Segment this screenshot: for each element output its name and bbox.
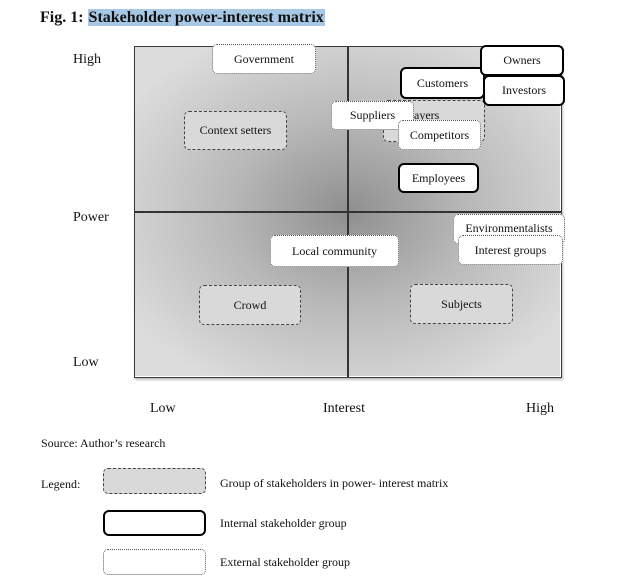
- interest-low-label: Low: [150, 401, 176, 416]
- legend-text-external: External stakeholder group: [220, 555, 350, 569]
- stakeholder-local-community: Local community: [270, 235, 399, 267]
- stakeholder-competitors: Competitors: [398, 120, 481, 150]
- legend-label: Legend:: [41, 477, 81, 491]
- stakeholder-employees: Employees: [398, 163, 479, 193]
- interest-high-label: High: [526, 401, 554, 416]
- figure-title: Fig. 1: Stakeholder power-interest matri…: [40, 9, 325, 27]
- stakeholder-interest-groups: Interest groups: [458, 235, 563, 265]
- stakeholder-owners: Owners: [480, 45, 564, 76]
- legend-swatch-internal: [103, 510, 206, 536]
- legend-swatch-external: [103, 549, 206, 575]
- power-high-label: High: [73, 52, 101, 67]
- stakeholder-context-setters: Context setters: [184, 111, 287, 150]
- stakeholder-government: Government: [212, 44, 316, 74]
- stakeholder-investors: Investors: [483, 75, 565, 106]
- legend-text-group: Group of stakeholders in power- interest…: [220, 476, 449, 490]
- legend-text-internal: Internal stakeholder group: [220, 516, 347, 530]
- interest-axis-label: Interest: [323, 401, 365, 416]
- power-low-label: Low: [73, 355, 99, 370]
- figure-title-prefix: Fig. 1:: [40, 9, 88, 26]
- stakeholder-crowd: Crowd: [199, 285, 301, 325]
- power-divider: [135, 211, 561, 213]
- source-note: Source: Author’s research: [41, 436, 166, 450]
- power-axis-label: Power: [73, 210, 109, 225]
- stakeholder-subjects: Subjects: [410, 284, 513, 324]
- stakeholder-customers: Customers: [400, 67, 485, 99]
- figure-title-highlighted: Stakeholder power-interest matrix: [87, 9, 325, 26]
- legend-swatch-group: [103, 468, 206, 494]
